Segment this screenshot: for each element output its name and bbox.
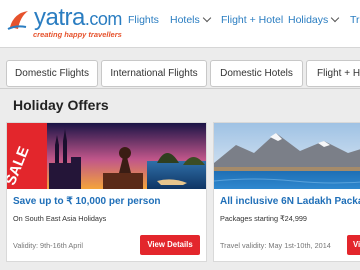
logo-tagline: creating happy travellers <box>33 30 122 39</box>
nav-flight-hotel[interactable]: Flight + Hotel <box>221 14 283 26</box>
tab-domestic-flights[interactable]: Domestic Flights <box>6 60 98 87</box>
offer-validity: Travel validity: May 1st-10th, 2014 <box>220 241 331 250</box>
tab-domestic-hotels[interactable]: Domestic Hotels <box>210 60 303 87</box>
sale-badge: SALE <box>7 123 47 189</box>
offer-image-sea: SALE <box>7 123 206 189</box>
chevron-down-icon <box>202 13 212 23</box>
tab-flight-hotel[interactable]: Flight + H <box>306 60 360 87</box>
sale-label: SALE <box>7 144 33 188</box>
site-header: yatra.com creating happy travellers Flig… <box>0 0 360 48</box>
offer-title[interactable]: Save up to ₹ 10,000 per person <box>13 196 161 207</box>
logo-name: yatra <box>34 4 85 31</box>
ladakh-lake-image <box>214 123 360 189</box>
tabs-divider <box>0 88 360 89</box>
nav-hotels-label: Hotels <box>170 14 200 26</box>
view-details-button[interactable]: Vie <box>347 235 360 255</box>
offer-card-ladakh[interactable]: All inclusive 6N Ladakh Packag Packages … <box>213 122 360 262</box>
nav-holidays-label: Holidays <box>288 14 329 26</box>
offer-subtitle: On South East Asia Holidays <box>13 214 107 223</box>
tab-international-flights[interactable]: International Flights <box>101 60 207 87</box>
nav-holidays[interactable]: Holidays <box>288 13 340 26</box>
offer-image-ladakh <box>214 123 360 189</box>
nav-trains[interactable]: Tra <box>350 14 360 26</box>
logo-icon <box>7 11 28 30</box>
section-title: Holiday Offers <box>13 97 109 113</box>
nav-flight-hotel-label: Flight + Hotel <box>221 14 284 26</box>
yatra-logo[interactable]: yatra.com creating happy travellers <box>6 4 124 42</box>
offer-subtitle: Packages starting ₹24,999 <box>220 214 307 223</box>
search-tabs: Domestic Flights International Flights D… <box>0 60 360 88</box>
nav-hotels[interactable]: Hotels <box>170 13 212 26</box>
chevron-down-icon <box>331 13 340 23</box>
nav-flights[interactable]: Flights <box>128 14 159 26</box>
nav-flights-label: Flights <box>128 14 159 26</box>
offer-title[interactable]: All inclusive 6N Ladakh Packag <box>220 196 360 207</box>
offer-validity: Validity: 9th-16th April <box>13 241 84 250</box>
view-details-button[interactable]: View Details <box>140 235 200 255</box>
offer-card-sea[interactable]: SALE Save up to ₹ 10,000 per person On S… <box>6 122 207 262</box>
logo-domain: .com <box>84 9 123 29</box>
logo-wordmark: yatra.com <box>34 4 122 32</box>
nav-trains-label: Tra <box>350 14 360 26</box>
